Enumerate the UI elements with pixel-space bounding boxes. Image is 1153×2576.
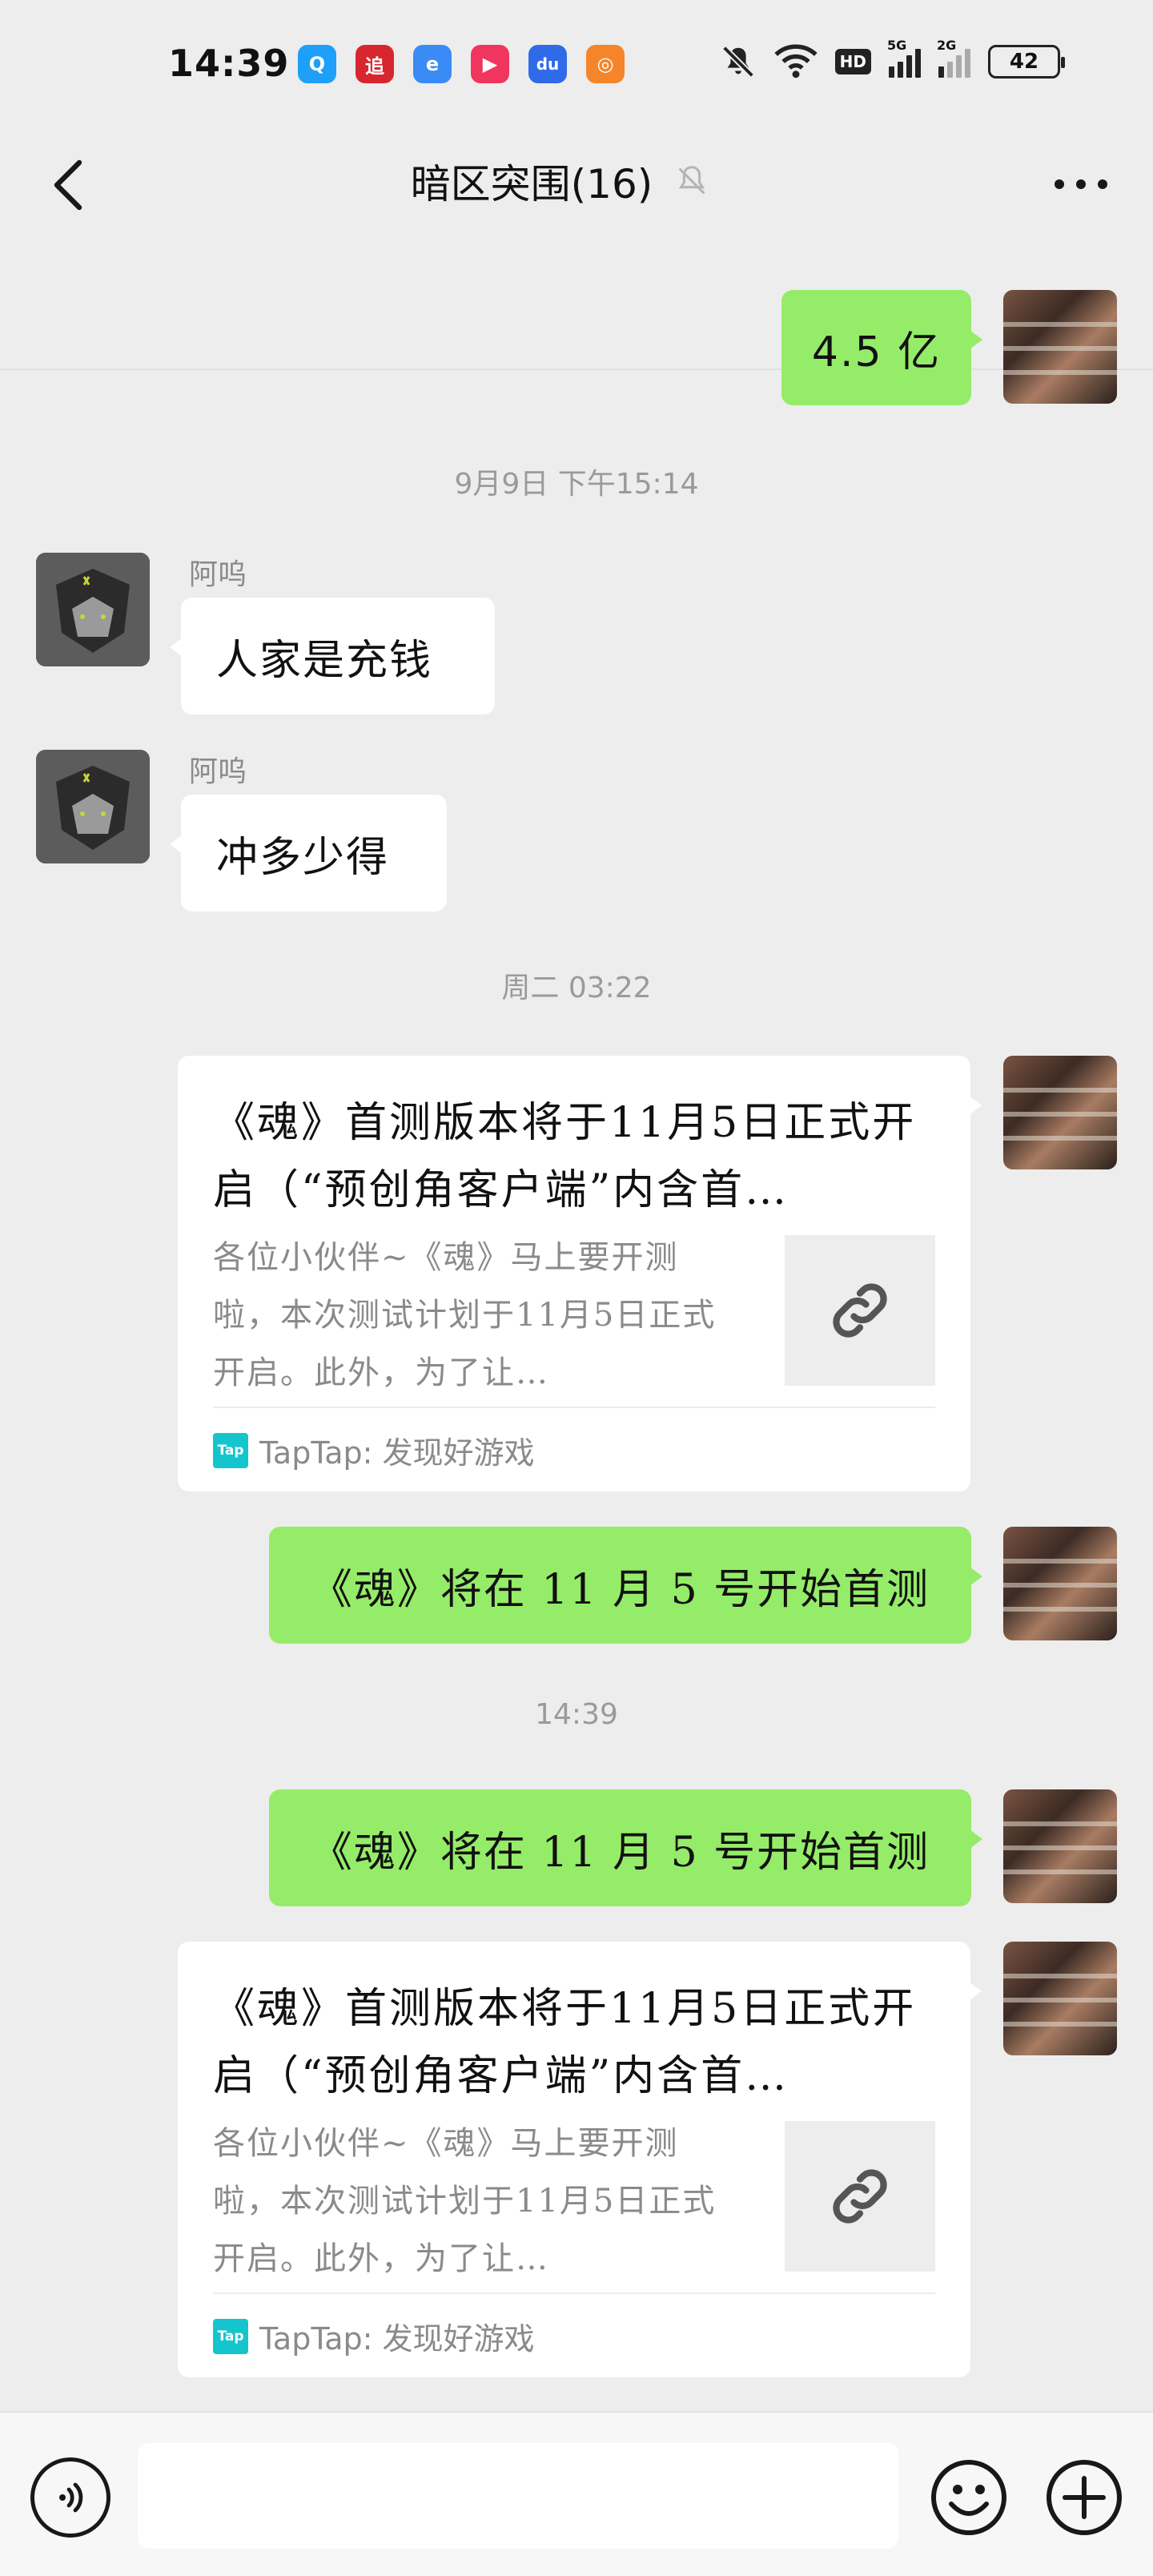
- input-bar: [0, 2411, 1153, 2576]
- member-avatar[interactable]: [36, 750, 150, 863]
- video-app-icon: ▶: [471, 45, 509, 83]
- battery-icon: 42: [988, 45, 1065, 78]
- link-card-title: 《魂》首测版本将于11月5日正式开启（“预创角客户端”内含首…: [213, 1985, 917, 2100]
- message-text: 人家是充钱: [216, 636, 433, 685]
- message-list[interactable]: 4.5 亿 9月9日 下午15:14 阿呜 人家是充钱 阿呜 冲多少得 周二 0: [0, 248, 1153, 2411]
- sender-name: 阿呜: [189, 558, 247, 591]
- my-avatar[interactable]: [1003, 290, 1117, 404]
- sender-name: 阿呜: [189, 755, 247, 788]
- link-card-description: 各位小伙伴~《魂》马上要开测啦，本次测试计划于11月5日正式开启。此外，为了让…: [213, 2125, 717, 2277]
- smiley-icon: [931, 2460, 1006, 2535]
- my-avatar[interactable]: [1003, 1942, 1117, 2055]
- message-text: 《魂》将在 11 月 5 号开始首测: [310, 1565, 930, 1614]
- chat-header: 暗区突围(16): [0, 128, 1153, 370]
- status-bar: 14:39 Q 追 e ▶ du ◎ HD 5G 2G 42: [0, 0, 1153, 128]
- notification-icons: Q 追 e ▶ du ◎: [298, 45, 625, 83]
- emoji-button[interactable]: [929, 2457, 1009, 2538]
- robot-avatar-icon: [36, 750, 150, 863]
- status-time: 14:39: [168, 42, 290, 85]
- timestamp: 周二 03:22: [501, 972, 652, 1004]
- wifi-icon: [774, 44, 818, 78]
- timestamp: 9月9日 下午15:14: [454, 468, 699, 501]
- browser-icon: e: [413, 45, 452, 83]
- member-message-bubble[interactable]: 冲多少得: [170, 795, 447, 912]
- qq-icon: Q: [298, 45, 336, 83]
- message-input[interactable]: [138, 2443, 898, 2549]
- chat-title: 暗区突围(16): [410, 161, 653, 207]
- link-card-body: 各位小伙伴~《魂》马上要开测啦，本次测试计划于11月5日正式开启。此外，为了让……: [213, 2115, 935, 2357]
- robot-avatar-icon: [36, 553, 150, 666]
- more-options-button[interactable]: [1041, 152, 1121, 216]
- my-avatar[interactable]: [1003, 1527, 1117, 1640]
- link-card-source: Tap TapTap: 发现好游戏: [213, 2314, 535, 2358]
- my-message-bubble[interactable]: 《魂》将在 11 月 5 号开始首测: [269, 1527, 982, 1644]
- link-card-message[interactable]: 《魂》首测版本将于11月5日正式开启（“预创角客户端”内含首… 各位小伙伴~《魂…: [178, 1056, 982, 1491]
- my-avatar[interactable]: [1003, 1789, 1117, 1903]
- message-text: 4.5 亿: [811, 328, 942, 376]
- link-icon: [833, 1283, 887, 1338]
- message-text: 冲多少得: [216, 833, 390, 882]
- link-thumbnail: [785, 2121, 935, 2272]
- more-functions-button[interactable]: [1044, 2457, 1124, 2538]
- my-message-bubble[interactable]: 《魂》将在 11 月 5 号开始首测: [269, 1789, 982, 1906]
- link-icon: [833, 2169, 887, 2224]
- mute-bell-icon: [721, 46, 754, 78]
- member-message-bubble[interactable]: 人家是充钱: [170, 598, 495, 714]
- link-card-divider: [213, 2292, 935, 2294]
- timestamp: 14:39: [535, 1698, 618, 1731]
- link-card-message[interactable]: 《魂》首测版本将于11月5日正式开启（“预创角客户端”内含首… 各位小伙伴~《魂…: [178, 1942, 982, 2377]
- signal-5g-icon: 5G: [887, 38, 921, 78]
- mute-bell-icon: [678, 166, 705, 195]
- source-name: TapTap: 发现好游戏: [259, 1435, 535, 1471]
- link-card-title: 《魂》首测版本将于11月5日正式开启（“预创角客户端”内含首…: [213, 1099, 917, 1214]
- link-card-divider: [213, 1407, 935, 1408]
- chat-title-bar: 暗区突围(16): [0, 152, 1153, 210]
- more-dots-icon: [1055, 179, 1107, 189]
- link-card-source: Tap TapTap: 发现好游戏: [213, 1428, 535, 1472]
- member-avatar[interactable]: [36, 553, 150, 666]
- baidu-icon: du: [528, 45, 567, 83]
- system-indicators: HD 5G 2G 42: [720, 38, 1065, 80]
- taptap-logo-icon: Tap: [213, 1432, 248, 1468]
- message-text: 《魂》将在 11 月 5 号开始首测: [310, 1828, 930, 1877]
- link-thumbnail: [785, 1235, 935, 1386]
- zhui-app-icon: 追: [356, 45, 394, 83]
- voice-icon: [59, 2482, 83, 2513]
- source-name: TapTap: 发现好游戏: [259, 2321, 535, 2357]
- link-card-description: 各位小伙伴~《魂》马上要开测啦，本次测试计划于11月5日正式开启。此外，为了让…: [213, 1239, 717, 1391]
- my-message-bubble[interactable]: 4.5 亿: [781, 290, 982, 405]
- hd-voice-icon: HD: [834, 49, 871, 74]
- link-card-body: 各位小伙伴~《魂》马上要开测啦，本次测试计划于11月5日正式开启。此外，为了让……: [213, 1229, 935, 1471]
- voice-input-button[interactable]: [30, 2457, 110, 2538]
- orange-app-icon: ◎: [586, 45, 625, 83]
- taptap-logo-icon: Tap: [213, 2318, 248, 2354]
- signal-2g-icon: 2G: [937, 38, 970, 78]
- plus-icon: [1047, 2460, 1122, 2535]
- my-avatar[interactable]: [1003, 1056, 1117, 1169]
